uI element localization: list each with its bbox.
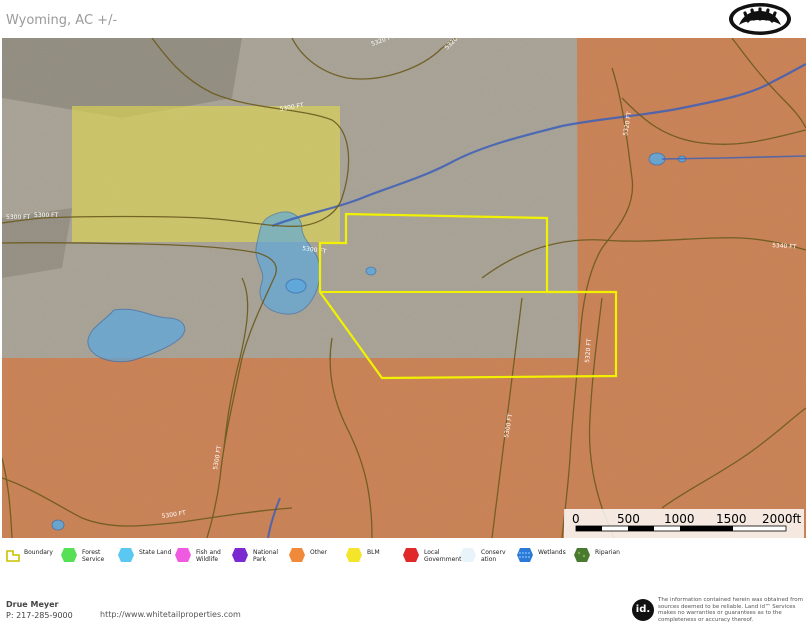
wetland-small xyxy=(285,278,307,294)
legend-label: Other xyxy=(310,549,328,556)
scale-label: 1500 xyxy=(716,512,747,526)
legend-label: Conservation xyxy=(481,549,506,563)
legend-label: State Land xyxy=(139,549,172,556)
scale-label: 1000 xyxy=(664,512,695,526)
contour-label: 5300 FT xyxy=(6,214,31,221)
scale-label: 0 xyxy=(572,512,580,526)
conservation-icon xyxy=(459,547,477,563)
fish-wildlife-icon xyxy=(174,547,192,563)
bear-paw-logo-icon xyxy=(727,1,793,37)
contour-label: 5300 FT xyxy=(34,212,59,219)
legend-label: Forest Service xyxy=(82,549,105,563)
legend-label: Local Government xyxy=(424,549,462,563)
wetlands-icon xyxy=(516,547,534,563)
legend: Boundary Forest Service State Land Fish … xyxy=(0,542,808,570)
wetland-southwest xyxy=(51,519,65,531)
forest-service-icon xyxy=(60,547,78,563)
local-government-icon xyxy=(402,547,420,563)
state-land-icon xyxy=(117,547,135,563)
other-icon xyxy=(288,547,306,563)
legend-label: BLM xyxy=(367,549,380,556)
scale-label: 500 xyxy=(617,512,640,526)
agent-name: Drue Meyer xyxy=(6,600,59,609)
map-title: Wyoming, AC +/- xyxy=(6,13,118,28)
legend-label: Fish and Wildlife xyxy=(196,549,221,563)
scale-bar: 0 500 1000 1500 2000ft xyxy=(564,509,804,539)
blm-icon xyxy=(345,547,363,563)
national-park-icon xyxy=(231,547,249,563)
riparian-icon xyxy=(573,547,591,563)
legend-label: National Park xyxy=(253,549,279,563)
wetland-small-2 xyxy=(365,266,377,276)
legend-label: Wetlands xyxy=(538,549,566,556)
legend-label: Riparian xyxy=(595,549,620,556)
scale-label: 2000ft xyxy=(762,512,802,526)
agent-phone: P: 217-285-9000 xyxy=(6,611,73,620)
legend-label: Boundary xyxy=(24,549,53,556)
boundary-icon xyxy=(6,547,24,563)
disclaimer-text: The information contained herein was obt… xyxy=(658,597,803,623)
land-id-logo-icon: id. xyxy=(632,599,654,621)
website-link[interactable]: http://www.whitetailproperties.com xyxy=(100,610,241,619)
map-view[interactable]: 5300 FT 5300 FT 5300 FT 5300 FT 5320 FT … xyxy=(2,38,806,538)
header: Wyoming, AC +/- xyxy=(0,0,808,38)
